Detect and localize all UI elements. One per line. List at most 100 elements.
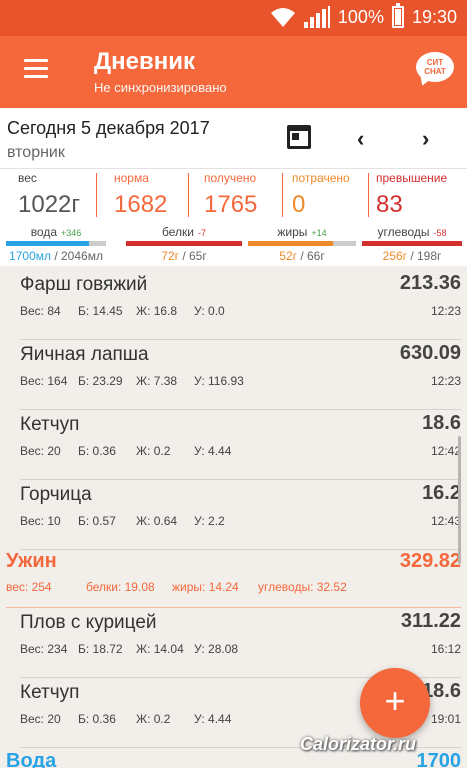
status-bar: 100% 19:30 xyxy=(0,0,467,36)
stat-excess: превышение 83 xyxy=(376,171,462,221)
date-bar: Сегодня 5 декабря 2017 вторник ‹ › xyxy=(0,108,467,168)
meal-protein: белки: 19.08 xyxy=(86,580,155,594)
macro-protein-norm: / 65г xyxy=(179,249,207,263)
macro-carbs-norm: / 198г xyxy=(407,249,442,263)
stat-received-value: 1765 xyxy=(204,191,258,218)
clock: 19:30 xyxy=(411,6,457,27)
food-weight: Вес: 84 xyxy=(20,304,61,318)
macro-fat: жиры +14 52г / 66г xyxy=(248,225,356,265)
stat-received-label: получено xyxy=(204,171,257,185)
chat-button[interactable]: СИТ CHAT xyxy=(416,52,456,88)
food-name: Горчица xyxy=(20,484,92,505)
meal-name: Ужин xyxy=(6,550,57,572)
food-carbs: У: 2.2 xyxy=(194,514,225,528)
macro-fat-norm: / 66г xyxy=(297,249,325,263)
wifi-icon xyxy=(270,8,295,27)
food-carbs: У: 116.93 xyxy=(194,374,244,388)
food-name: Яичная лапша xyxy=(20,344,149,365)
app-bar: Дневник Не синхронизировано СИТ CHAT xyxy=(0,36,467,108)
current-date: Сегодня 5 декабря 2017 xyxy=(7,118,210,138)
macro-fat-value: 52г xyxy=(279,249,297,263)
prev-day-chevron-icon[interactable]: ‹ xyxy=(357,126,364,152)
food-protein: Б: 0.36 xyxy=(78,712,116,726)
food-time: 12:23 xyxy=(430,374,461,388)
stat-weight-value: 1022г xyxy=(18,191,81,218)
macro-protein-label: белки xyxy=(162,225,194,239)
macro-water: вода +346 1700мл / 2046мл xyxy=(6,225,106,265)
food-time: 12:23 xyxy=(430,304,461,318)
watermark: Calorizator.ru xyxy=(300,734,417,754)
food-time: 12:42 xyxy=(430,444,461,458)
food-fat: Ж: 14.04 xyxy=(136,642,184,656)
food-kcal: 630.09 xyxy=(399,342,461,364)
macro-water-label: вода xyxy=(30,225,58,239)
food-weight: Вес: 164 xyxy=(20,374,68,388)
food-time: 16:12 xyxy=(430,642,461,656)
meal-carbs: углеводы: 32.52 xyxy=(258,580,347,594)
stat-norm: норма 1682 xyxy=(114,171,194,221)
meal-header-dinner[interactable]: Ужин 329.82 вес: 254 белки: 19.08 жиры: 14… xyxy=(6,550,461,608)
water-section-value: 1700 xyxy=(416,750,462,768)
stat-weight-label: вес xyxy=(18,171,37,185)
meal-kcal: 329.82 xyxy=(399,550,461,572)
food-kcal: 311.22 xyxy=(400,610,461,632)
list-item[interactable]: Яичная лапша 630.09 Вес: 164 Б: 23.29 Ж: 7… xyxy=(20,340,461,410)
stat-norm-value: 1682 xyxy=(114,191,168,218)
macro-protein-delta: -7 xyxy=(197,228,206,238)
food-carbs: У: 0.0 xyxy=(194,304,225,318)
food-name: Кетчуп xyxy=(20,414,80,435)
list-item[interactable]: Кетчуп 18.6 Вес: 20 Б: 0.36 Ж: 0.2 У: 4.44 … xyxy=(20,410,461,480)
food-fat: Ж: 0.2 xyxy=(136,444,171,458)
page-title: Дневник xyxy=(94,48,195,75)
weekday: вторник xyxy=(7,144,65,161)
food-name: Плов с курицей xyxy=(20,612,157,633)
food-time: 12:43 xyxy=(430,514,461,528)
food-carbs: У: 4.44 xyxy=(194,444,232,458)
macro-water-norm: / 2046мл xyxy=(51,249,103,263)
food-fat: Ж: 0.2 xyxy=(136,712,171,726)
stat-excess-label: превышение xyxy=(376,171,448,185)
signal-icon xyxy=(303,6,330,28)
stat-norm-label: норма xyxy=(114,171,149,185)
food-fat: Ж: 7.38 xyxy=(136,374,178,388)
scrollbar[interactable] xyxy=(458,436,461,564)
food-protein: Б: 14.45 xyxy=(78,304,123,318)
macro-carbs-delta: -58 xyxy=(433,228,447,238)
food-carbs: У: 28.08 xyxy=(194,642,239,656)
food-fat: Ж: 0.64 xyxy=(136,514,178,528)
stat-weight: вес 1022г xyxy=(18,171,96,221)
battery-icon xyxy=(391,3,404,28)
daily-stats: вес 1022г норма 1682 получено 1765 потра… xyxy=(0,168,467,266)
food-weight: Вес: 20 xyxy=(20,444,61,458)
macro-water-delta: +346 xyxy=(61,228,82,238)
next-day-chevron-icon[interactable]: › xyxy=(422,126,429,152)
food-weight: Вес: 234 xyxy=(20,642,68,656)
food-time: 19:01 xyxy=(430,712,461,726)
food-kcal: 213.36 xyxy=(399,272,461,294)
food-protein: Б: 23.29 xyxy=(78,374,123,388)
food-weight: Вес: 10 xyxy=(20,514,61,528)
food-name: Кетчуп xyxy=(20,682,80,703)
food-fat: Ж: 16.8 xyxy=(136,304,178,318)
macro-carbs-label: углеводы xyxy=(377,225,430,239)
calendar-icon[interactable] xyxy=(287,125,311,149)
food-protein: Б: 18.72 xyxy=(78,642,123,656)
list-item[interactable]: Фарш говяжий 213.36 Вес: 84 Б: 14.45 Ж: 16… xyxy=(20,270,461,340)
stat-received: получено 1765 xyxy=(204,171,284,221)
water-section-title[interactable]: Вода xyxy=(6,750,56,768)
sync-status: Не синхронизировано xyxy=(94,80,227,95)
macro-carbs: углеводы -58 256г / 198г xyxy=(362,225,462,265)
menu-icon[interactable] xyxy=(24,59,48,79)
stat-excess-value: 83 xyxy=(376,191,403,218)
food-name: Фарш говяжий xyxy=(20,274,148,295)
macro-protein: белки -7 72г / 65г xyxy=(126,225,242,265)
list-item[interactable]: Горчица 16.2 Вес: 10 Б: 0.57 Ж: 0.64 У: 2.2… xyxy=(20,480,461,550)
battery-percent: 100% xyxy=(337,6,384,27)
food-kcal: 18.6 xyxy=(422,412,461,434)
stat-spent-value: 0 xyxy=(292,191,306,218)
meal-fat: жиры: 14.24 xyxy=(172,580,239,594)
macro-water-value: 1700мл xyxy=(9,249,51,263)
add-entry-button[interactable]: + xyxy=(360,668,430,738)
food-protein: Б: 0.57 xyxy=(78,514,116,528)
food-protein: Б: 0.36 xyxy=(78,444,116,458)
